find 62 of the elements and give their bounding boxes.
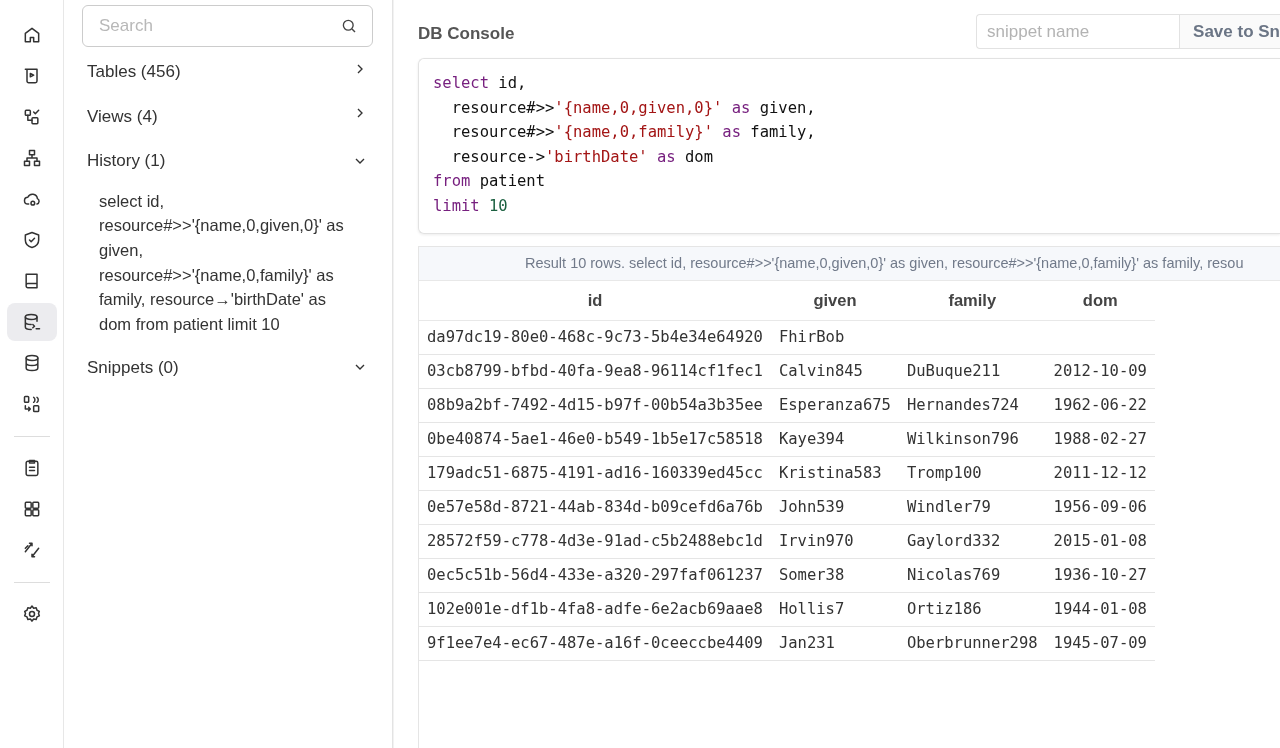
table-cell: Wilkinson796 xyxy=(898,422,1046,457)
table-cell: 0e57e58d-8721-44ab-834d-b09cefd6a76b xyxy=(419,490,771,525)
table-cell: Calvin845 xyxy=(770,354,899,389)
table-cell: 2012-10-09 xyxy=(1045,354,1155,389)
table-cell: Gaylord332 xyxy=(898,524,1046,559)
table-cell: DuBuque211 xyxy=(898,354,1046,389)
search-field[interactable]: Search xyxy=(82,5,373,47)
save-button[interactable]: Save to Sn xyxy=(1179,14,1280,49)
transfer-icon xyxy=(21,394,42,414)
sql-editor[interactable]: select id, resource#>>'{name,0,given,0}' as given, resource#>>'{name,0,family}' as family, resource->'birthDate' as dom from patient limit 10 xyxy=(418,58,1280,234)
section-header[interactable]: Views (4) xyxy=(82,97,373,137)
table-cell: 1944-01-08 xyxy=(1045,592,1155,627)
table-cell: 03cb8799-bfbd-40fa-9ea8-96114cf1fec1 xyxy=(419,354,771,389)
section-header[interactable]: History (1) xyxy=(82,142,373,182)
table-cell: Tromp100 xyxy=(898,456,1046,491)
table-cell: Windler79 xyxy=(898,490,1046,525)
column-header: given xyxy=(770,281,899,321)
nav-button[interactable] xyxy=(6,303,57,341)
table-cell: 1936-10-27 xyxy=(1045,558,1155,593)
table-cell: Irvin970 xyxy=(770,524,899,559)
table-cell: 0ec5c51b-56d4-433e-a320-297faf061237 xyxy=(419,558,771,593)
section-label: Snippets (0) xyxy=(87,356,179,379)
table-cell: 2011-12-12 xyxy=(1045,456,1155,491)
table-cell: 28572f59-c778-4d3e-91ad-c5b2488ebc1d xyxy=(419,524,771,559)
table-cell: Hollis7 xyxy=(770,592,899,627)
table-cell: FhirBob xyxy=(770,320,899,355)
table-cell: 9f1ee7e4-ec67-487e-a16f-0ceeccbe4409 xyxy=(419,626,771,661)
table-cell: 2015-01-08 xyxy=(1045,524,1155,559)
column-header: family xyxy=(898,281,1046,321)
table-cell: Somer38 xyxy=(770,558,899,593)
settings-icon xyxy=(21,604,42,624)
table-cell: John539 xyxy=(770,490,899,525)
table-cell: 1962-06-22 xyxy=(1045,388,1155,423)
table-cell: Oberbrunner298 xyxy=(898,626,1046,661)
table-cell: 1945-07-09 xyxy=(1045,626,1155,661)
table-cell: 08b9a2bf-7492-4d15-b97f-00b54a3b35ee xyxy=(419,388,771,423)
table-cell: da97dc19-80e0-468c-9c73-5b4e34e64920 xyxy=(419,320,771,355)
column-header: dom xyxy=(1045,281,1155,321)
table-cell: Kaye394 xyxy=(770,422,899,457)
table-cell: Hernandes724 xyxy=(898,388,1046,423)
table-cell: 0be40874-5ae1-46e0-b549-1b5e17c58518 xyxy=(419,422,771,457)
result-summary: Result 10 rows. select id, resource#>>'{name,0,given,0}' as given, resource#>>'{name,0,family}' as family, resou xyxy=(419,246,1280,282)
hierarchy-icon xyxy=(21,148,42,168)
page-title: DB Console xyxy=(418,22,515,45)
section-label: Tables (456) xyxy=(87,61,181,83)
search-icon xyxy=(340,17,358,35)
table-cell: 1956-09-06 xyxy=(1045,490,1155,525)
table-cell: 1988-02-27 xyxy=(1045,422,1155,457)
section-label: History (1) xyxy=(87,150,166,172)
table-cell: Nicolas769 xyxy=(898,558,1046,593)
history-query[interactable]: select id, resource#>>'{name,0,given,0}' as given, resource#>>'{name,0,family}' as family, resource→'birthDate' as dom from patient limit 10 xyxy=(82,186,373,349)
section-header[interactable]: Snippets (0) xyxy=(82,348,373,389)
snippet-name-field[interactable]: snippet name xyxy=(976,14,1180,49)
section-label: Views (4) xyxy=(87,105,158,128)
column-header: id xyxy=(419,281,771,321)
table-cell: Kristina583 xyxy=(770,456,899,491)
table-cell: Ortiz186 xyxy=(898,592,1046,627)
table-cell: Esperanza675 xyxy=(770,388,899,423)
section-header[interactable]: Tables (456) xyxy=(82,53,373,93)
table-cell: 179adc51-6875-4191-ad16-160339ed45cc xyxy=(419,456,771,491)
table-cell: Jan231 xyxy=(770,626,899,661)
table-cell: 102e001e-df1b-4fa8-adfe-6e2acb69aae8 xyxy=(419,592,771,627)
